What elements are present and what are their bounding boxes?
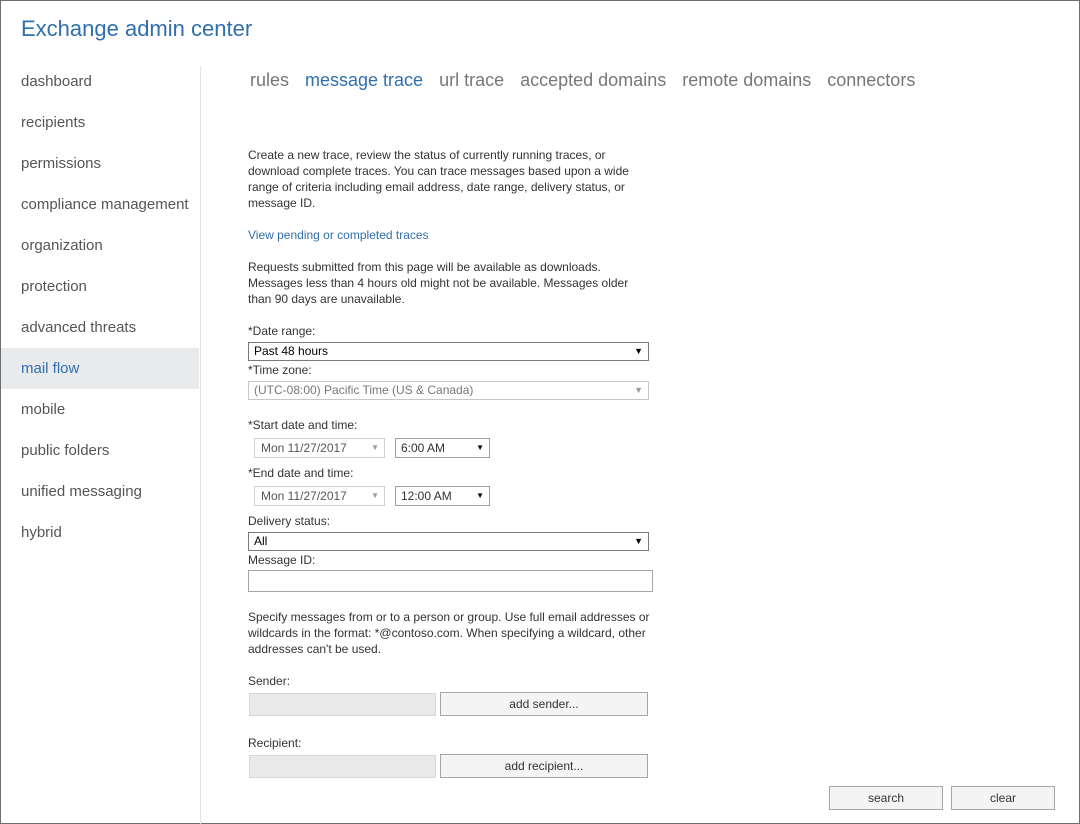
clear-button[interactable]: clear (951, 786, 1055, 810)
tab-url-trace[interactable]: url trace (439, 70, 504, 91)
date-range-select[interactable]: Past 48 hours ▼ (248, 342, 649, 361)
availability-note: Requests submitted from this page will b… (248, 260, 629, 306)
view-traces-link[interactable]: View pending or completed traces (248, 228, 429, 242)
end-time-value: 12:00 AM (401, 489, 452, 503)
chevron-down-icon: ▼ (371, 491, 379, 500)
date-range-value: Past 48 hours (254, 344, 329, 358)
start-date-picker[interactable]: Mon 11/27/2017 ▼ (254, 438, 385, 458)
sidebar-item-dashboard[interactable]: dashboard (1, 61, 199, 102)
delivery-status-select[interactable]: All ▼ (248, 532, 649, 551)
start-date-label: *Start date and time: (248, 418, 358, 432)
date-range-label: *Date range: (248, 324, 316, 338)
time-zone-select[interactable]: (UTC-08:00) Pacific Time (US & Canada) ▼ (248, 381, 649, 400)
sidebar-divider (200, 66, 201, 824)
delivery-status-label: Delivery status: (248, 514, 331, 528)
add-recipient-button[interactable]: add recipient... (440, 754, 648, 778)
app-title: Exchange admin center (21, 16, 253, 41)
specify-text: Specify messages from or to a person or … (248, 610, 650, 656)
start-time-value: 6:00 AM (401, 441, 446, 455)
end-date-label: *End date and time: (248, 466, 354, 480)
chevron-down-icon: ▼ (476, 491, 484, 500)
tab-connectors[interactable]: connectors (827, 70, 915, 91)
sidebar-item-compliance-management[interactable]: compliance management (1, 184, 199, 225)
chevron-down-icon: ▼ (371, 443, 379, 452)
sidebar-item-hybrid[interactable]: hybrid (1, 512, 199, 553)
message-id-label: Message ID: (248, 553, 316, 567)
message-id-input[interactable] (248, 570, 653, 592)
sidebar-item-permissions[interactable]: permissions (1, 143, 199, 184)
chevron-down-icon: ▼ (634, 385, 643, 395)
sidebar-nav: dashboard recipients permissions complia… (1, 61, 199, 553)
time-zone-label: *Time zone: (248, 363, 312, 377)
end-date-value: Mon 11/27/2017 (261, 489, 347, 503)
start-time-select[interactable]: 6:00 AM ▼ (395, 438, 490, 458)
intro-text: Create a new trace, review the status of… (248, 148, 629, 210)
recipient-field (249, 755, 436, 778)
time-zone-value: (UTC-08:00) Pacific Time (US & Canada) (254, 383, 474, 397)
sidebar-item-advanced-threats[interactable]: advanced threats (1, 307, 199, 348)
tab-message-trace[interactable]: message trace (305, 70, 423, 91)
sidebar-item-protection[interactable]: protection (1, 266, 199, 307)
tab-bar: rules message trace url trace accepted d… (250, 70, 915, 91)
end-time-select[interactable]: 12:00 AM ▼ (395, 486, 490, 506)
sidebar-item-recipients[interactable]: recipients (1, 102, 199, 143)
start-date-value: Mon 11/27/2017 (261, 441, 347, 455)
sender-label: Sender: (248, 674, 291, 688)
sidebar-item-public-folders[interactable]: public folders (1, 430, 199, 471)
tab-remote-domains[interactable]: remote domains (682, 70, 811, 91)
sidebar-item-mobile[interactable]: mobile (1, 389, 199, 430)
tab-accepted-domains[interactable]: accepted domains (520, 70, 666, 91)
sender-field (249, 693, 436, 716)
tab-rules[interactable]: rules (250, 70, 289, 91)
delivery-status-value: All (254, 534, 268, 548)
sidebar-item-unified-messaging[interactable]: unified messaging (1, 471, 199, 512)
chevron-down-icon: ▼ (476, 443, 484, 452)
search-button[interactable]: search (829, 786, 943, 810)
sidebar-item-mail-flow[interactable]: mail flow (1, 348, 199, 389)
recipient-label: Recipient: (248, 736, 302, 750)
add-sender-button[interactable]: add sender... (440, 692, 648, 716)
chevron-down-icon: ▼ (634, 346, 643, 356)
chevron-down-icon: ▼ (634, 536, 643, 546)
end-date-picker[interactable]: Mon 11/27/2017 ▼ (254, 486, 385, 506)
sidebar-item-organization[interactable]: organization (1, 225, 199, 266)
